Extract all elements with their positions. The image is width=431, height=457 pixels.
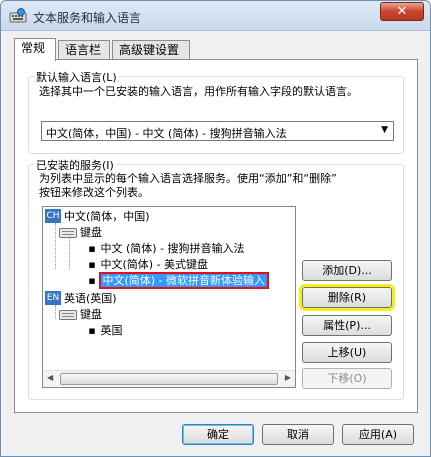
move-up-button[interactable]: 上移(U)	[302, 342, 392, 363]
tab-general[interactable]: 常规	[14, 38, 56, 61]
remove-button[interactable]: 删除(R)	[299, 284, 395, 311]
keyboard-icon	[59, 228, 77, 238]
language-badge-en: EN	[45, 291, 61, 305]
horizontal-scrollbar[interactable]: ◀ ▶	[43, 370, 295, 387]
bullet-icon: ▪	[88, 242, 96, 255]
ok-button[interactable]: 确定	[182, 424, 254, 445]
installed-services-description-line2: 按钮来修改这个列表。	[39, 186, 149, 199]
tree-connector	[55, 305, 56, 319]
window-title: 文本服务和输入语言	[33, 11, 142, 25]
bullet-icon: ▪	[88, 258, 96, 271]
default-input-selected: 中文(简体，中国) - 中文 (简体) - 搜狗拼音输入法	[46, 127, 287, 140]
scroll-left-icon[interactable]: ◀	[47, 373, 53, 382]
close-button[interactable]: ✕	[380, 2, 424, 21]
installed-services-tree[interactable]: CH 中文(简体，中国) 键盘 ▪ 中文 (简体) - 搜狗拼音输入法 ▪ 中文(…	[42, 206, 296, 388]
scroll-right-icon[interactable]: ▶	[285, 373, 291, 382]
default-input-legend: 默认输入语言(L)	[34, 69, 119, 85]
tree-item-keyboard-english[interactable]: 键盘	[59, 307, 102, 322]
move-down-button[interactable]: 下移(O)	[302, 368, 392, 389]
chevron-down-icon: ▼	[381, 125, 388, 135]
close-icon: ✕	[396, 4, 408, 19]
installed-services-legend: 已安装的服务(I)	[34, 157, 116, 173]
apply-button[interactable]: 应用(A)	[342, 424, 414, 445]
tree-item-sogou[interactable]: ▪ 中文 (简体) - 搜狗拼音输入法	[87, 241, 245, 256]
keyboard-globe-icon	[9, 8, 27, 23]
title-bar: 文本服务和输入语言 ✕	[1, 1, 430, 31]
default-input-dropdown[interactable]: 中文(简体，中国) - 中文 (简体) - 搜狗拼音输入法 ▼	[41, 121, 394, 141]
add-button[interactable]: 添加(D)...	[302, 260, 392, 281]
default-input-description: 选择其中一个已安装的输入语言，用作所有输入字段的默认语言。	[39, 85, 358, 98]
installed-services-description-line1: 为列表中显示的每个输入语言选择服务。使用“添加”和“删除”	[39, 172, 337, 185]
keyboard-english-label: 键盘	[80, 308, 102, 321]
tree-item-sogou-label: 中文 (简体) - 搜狗拼音输入法	[100, 242, 245, 255]
default-input-group: 默认输入语言(L) 选择其中一个已安装的输入语言，用作所有输入字段的默认语言。 …	[28, 69, 404, 154]
tree-connector	[69, 237, 70, 269]
tree-item-microsoft-pinyin[interactable]: ▪ 中文(简体) - 微软拼音新体验输入	[87, 272, 270, 289]
language-chinese-label: 中文(简体，中国)	[64, 210, 150, 223]
tree-item-uk-label: 英国	[100, 324, 123, 337]
tree-item-microsoft-pinyin-label: 中文(简体) - 微软拼音新体验输入	[98, 272, 270, 289]
scroll-thumb[interactable]	[60, 373, 278, 385]
bullet-icon: ▪	[88, 274, 96, 287]
keyboard-icon	[59, 310, 77, 320]
tree-item-us-keyboard[interactable]: ▪ 中文(简体) - 美式键盘	[87, 257, 208, 272]
cancel-button[interactable]: 取消	[262, 424, 334, 445]
keyboard-chinese-label: 键盘	[80, 226, 102, 239]
tree-item-keyboard-chinese[interactable]: 键盘	[59, 225, 102, 240]
tree-item-language-english[interactable]: EN 英语(英国)	[45, 291, 117, 306]
tab-language-bar[interactable]: 语言栏	[58, 40, 110, 60]
tree-item-uk[interactable]: ▪ 英国	[87, 323, 123, 338]
tab-advanced-key-settings[interactable]: 高级键设置	[112, 40, 190, 60]
properties-button[interactable]: 属性(P)...	[302, 315, 392, 336]
tree-item-us-keyboard-label: 中文(简体) - 美式键盘	[100, 258, 209, 271]
bullet-icon: ▪	[88, 324, 96, 337]
dialog-window: 文本服务和输入语言 ✕ 常规 语言栏 高级键设置 默认输入语言(L) 选择其中一…	[0, 0, 431, 457]
language-english-label: 英语(英国)	[64, 292, 117, 305]
tree-connector	[55, 223, 56, 269]
language-badge-ch: CH	[45, 209, 61, 223]
tree-item-language-chinese[interactable]: CH 中文(简体，中国)	[45, 209, 150, 224]
